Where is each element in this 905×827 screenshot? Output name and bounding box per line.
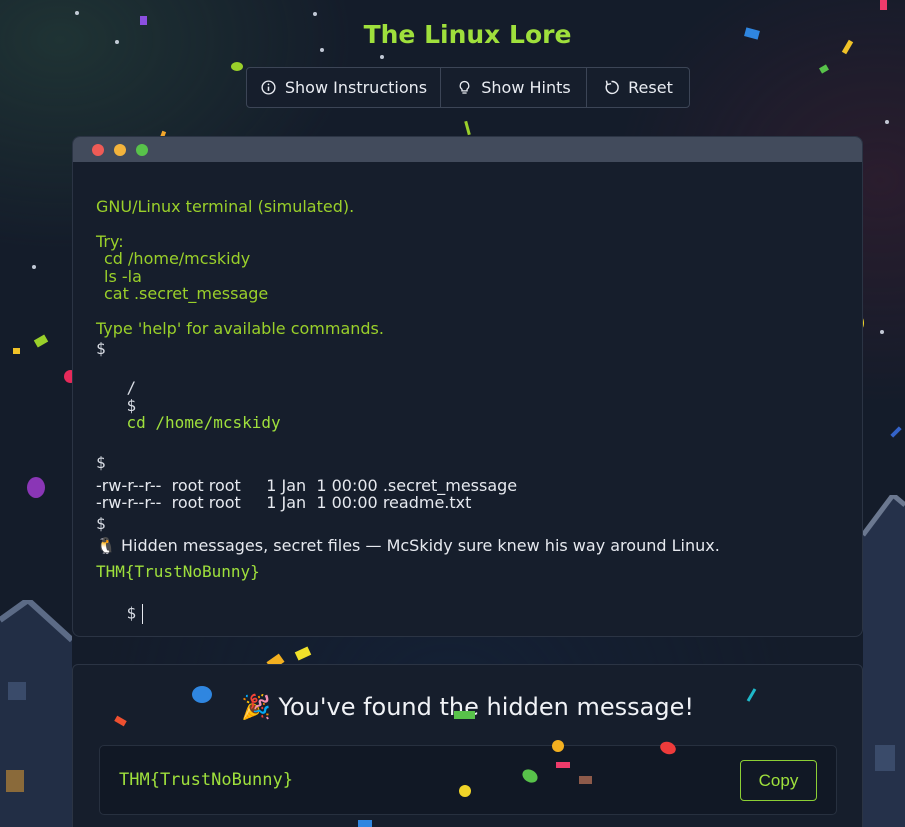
minimize-dot-icon (114, 143, 126, 156)
terminal-help-text: Type 'help' for available commands. (96, 318, 384, 338)
terminal-title-bar (73, 137, 862, 162)
close-dot-icon (92, 143, 104, 156)
snowflake (880, 330, 884, 334)
confetti-piece (27, 477, 45, 498)
terminal-output: GNU/Linux terminal (simulated). Try: cd … (73, 162, 862, 636)
terminal-try-cmd: cd /home/mcskidy (104, 249, 251, 268)
confetti-piece (860, 537, 882, 557)
lightbulb-icon (459, 80, 470, 94)
confetti-piece (464, 120, 471, 136)
terminal-listing-line: -rw-r--r-- root root 1 Jan 1 00:00 readm… (96, 493, 472, 512)
confetti-piece (459, 785, 471, 797)
confetti-piece (552, 740, 564, 752)
snowflake (32, 265, 36, 269)
terminal-cursor[interactable] (142, 603, 144, 624)
terminal-flag: THM{TrustNoBunny} (96, 561, 260, 581)
house-silhouette-left (0, 600, 72, 827)
maximize-dot-icon (136, 143, 148, 156)
result-panel: 🎉 You've found the hidden message! THM{T… (72, 664, 863, 827)
terminal-try-cmd: ls -la (104, 266, 142, 286)
terminal-prompt: $ (96, 513, 106, 533)
terminal-listing-line: -rw-r--r-- root root 1 Jan 1 00:00 .secr… (96, 475, 518, 495)
reset-icon (605, 80, 619, 95)
terminal-message: 🐧 Hidden messages, secret files — McSkid… (96, 536, 720, 555)
flag-box: THM{TrustNoBunny} Copy (99, 745, 837, 815)
confetti-piece (819, 64, 829, 74)
show-hints-button[interactable]: Show Hints (441, 68, 587, 107)
confetti-piece (556, 762, 570, 768)
terminal-try-label: Try: (96, 231, 124, 251)
page-title: The Linux Lore (363, 20, 572, 49)
confetti-piece (454, 711, 475, 719)
terminal-prompt: $ (126, 603, 137, 622)
show-hints-label: Show Hints (481, 78, 571, 97)
confetti-piece (358, 820, 372, 827)
reset-label: Reset (628, 78, 673, 97)
flag-value: THM{TrustNoBunny} (119, 770, 293, 790)
snowflake (313, 12, 317, 16)
show-instructions-label: Show Instructions (284, 78, 428, 97)
terminal-prompt: $ (126, 395, 137, 415)
confetti-piece (886, 628, 894, 634)
terminal-intro: GNU/Linux terminal (simulated). (96, 197, 355, 216)
snowflake (885, 120, 889, 124)
toolbar: Show Instructions Show Hints Reset (246, 67, 690, 108)
terminal-prompt: $ (96, 453, 106, 472)
terminal-window[interactable]: GNU/Linux terminal (simulated). Try: cd … (72, 136, 863, 637)
confetti-piece (890, 426, 902, 438)
terminal-cwd: / (126, 378, 137, 397)
terminal-prompt: $ (96, 339, 106, 358)
confetti-piece (33, 334, 49, 348)
confetti-piece (579, 776, 592, 784)
confetti-piece (231, 62, 243, 71)
confetti-piece (880, 0, 887, 10)
terminal-try-cmd: cat .secret_message (104, 284, 269, 303)
snowflake (380, 55, 384, 59)
confetti-piece (10, 644, 27, 667)
confetti-piece (13, 348, 20, 354)
reset-button[interactable]: Reset (587, 68, 689, 107)
copy-button[interactable]: Copy (740, 760, 817, 801)
confetti-piece (294, 646, 312, 661)
snowflake (75, 11, 79, 15)
confetti-piece (192, 686, 212, 703)
house-silhouette-right (863, 495, 905, 827)
show-instructions-button[interactable]: Show Instructions (247, 68, 441, 107)
info-icon (261, 80, 276, 95)
terminal-command: cd /home/mcskidy (126, 413, 281, 432)
